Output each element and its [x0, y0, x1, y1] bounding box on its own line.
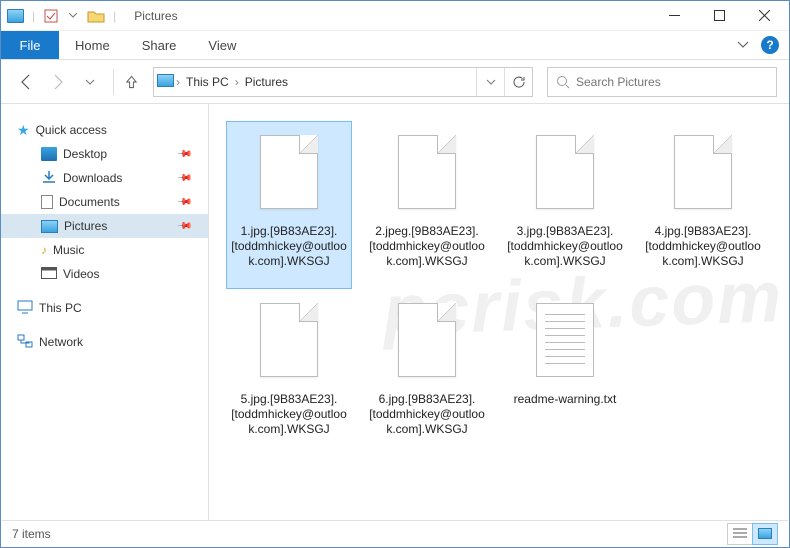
refresh-button[interactable]	[504, 68, 532, 96]
main-area: ★ Quick access Desktop 📌 Downloads 📌 Doc…	[1, 104, 789, 522]
qat-separator-2: |	[113, 9, 116, 23]
tab-home[interactable]: Home	[59, 31, 126, 59]
navigation-pane: ★ Quick access Desktop 📌 Downloads 📌 Doc…	[1, 104, 209, 522]
file-item[interactable]: 1.jpg.[9B83AE23].[toddmhickey@outlook.co…	[227, 122, 351, 288]
maximize-button[interactable]	[697, 1, 742, 30]
file-name: 2.jpeg.[9B83AE23].[toddmhickey@outlook.c…	[369, 224, 485, 284]
star-icon: ★	[17, 122, 30, 139]
file-name: 3.jpg.[9B83AE23].[toddmhickey@outlook.co…	[507, 224, 623, 284]
file-name: readme-warning.txt	[514, 392, 617, 452]
ribbon: File Home Share View ?	[1, 31, 789, 60]
file-item[interactable]: 5.jpg.[9B83AE23].[toddmhickey@outlook.co…	[227, 290, 351, 456]
file-item[interactable]: 6.jpg.[9B83AE23].[toddmhickey@outlook.co…	[365, 290, 489, 456]
text-file-icon	[526, 294, 604, 386]
sidebar-item-label: Videos	[63, 267, 99, 281]
file-view[interactable]: pcrisk.com 1.jpg.[9B83AE23].[toddmhickey…	[209, 104, 789, 522]
file-name: 4.jpg.[9B83AE23].[toddmhickey@outlook.co…	[645, 224, 761, 284]
pin-icon: 📌	[175, 170, 192, 187]
sidebar-item-label: Music	[53, 243, 84, 257]
forward-button[interactable]	[45, 69, 71, 95]
desktop-icon	[41, 147, 57, 161]
qat-separator: |	[32, 9, 35, 23]
sidebar-item-downloads[interactable]: Downloads 📌	[1, 166, 208, 190]
close-button[interactable]	[742, 1, 787, 30]
back-button[interactable]	[13, 69, 39, 95]
search-icon	[556, 75, 570, 89]
sidebar-item-label: Downloads	[63, 171, 122, 185]
tab-share[interactable]: Share	[126, 31, 193, 59]
file-name: 1.jpg.[9B83AE23].[toddmhickey@outlook.co…	[231, 224, 347, 284]
address-dropdown-icon[interactable]	[476, 68, 504, 96]
title-bar: | | Pictures	[1, 1, 789, 31]
generic-file-icon	[664, 126, 742, 218]
music-icon: ♪	[41, 243, 47, 257]
file-tab[interactable]: File	[1, 31, 59, 59]
sidebar-item-music[interactable]: ♪ Music	[1, 238, 208, 262]
sidebar-item-pictures[interactable]: Pictures 📌	[1, 214, 208, 238]
videos-icon	[41, 267, 57, 282]
sidebar-label: Quick access	[36, 123, 107, 137]
file-item[interactable]: 4.jpg.[9B83AE23].[toddmhickey@outlook.co…	[641, 122, 765, 288]
sidebar-item-documents[interactable]: Documents 📌	[1, 190, 208, 214]
nav-bar: › This PC › Pictures	[1, 60, 789, 104]
chevron-right-icon[interactable]: ›	[174, 75, 182, 89]
breadcrumb-this-pc[interactable]: This PC	[182, 75, 233, 89]
qat-dropdown-icon[interactable]	[65, 8, 81, 24]
pin-icon: 📌	[175, 218, 192, 235]
sidebar-this-pc[interactable]: This PC	[1, 296, 208, 320]
window-title: Pictures	[134, 9, 177, 23]
pin-icon: 📌	[175, 146, 192, 163]
sidebar-item-label: Documents	[59, 195, 120, 209]
chevron-right-icon[interactable]: ›	[233, 75, 241, 89]
tab-view[interactable]: View	[192, 31, 252, 59]
details-view-button[interactable]	[727, 523, 753, 545]
file-item[interactable]: 2.jpeg.[9B83AE23].[toddmhickey@outlook.c…	[365, 122, 489, 288]
file-item[interactable]: readme-warning.txt	[503, 290, 627, 456]
generic-file-icon	[388, 126, 466, 218]
file-name: 6.jpg.[9B83AE23].[toddmhickey@outlook.co…	[369, 392, 485, 452]
file-item[interactable]: 3.jpg.[9B83AE23].[toddmhickey@outlook.co…	[503, 122, 627, 288]
sidebar-item-label: Pictures	[64, 219, 107, 233]
search-box[interactable]	[547, 67, 777, 97]
sidebar-item-label: Desktop	[63, 147, 107, 161]
generic-file-icon	[526, 126, 604, 218]
network-icon	[17, 334, 33, 351]
ribbon-expand-icon[interactable]	[737, 38, 749, 52]
sidebar-item-videos[interactable]: Videos	[1, 262, 208, 286]
breadcrumb-pictures[interactable]: Pictures	[241, 75, 292, 89]
generic-file-icon	[250, 294, 328, 386]
pictures-icon	[41, 220, 58, 233]
generic-file-icon	[388, 294, 466, 386]
item-count: 7 items	[12, 527, 51, 541]
file-name: 5.jpg.[9B83AE23].[toddmhickey@outlook.co…	[231, 392, 347, 452]
sidebar-label: Network	[39, 335, 83, 349]
up-button[interactable]	[113, 69, 139, 95]
downloads-icon	[41, 170, 57, 187]
location-pictures-icon	[154, 74, 174, 90]
documents-icon	[41, 195, 53, 209]
recent-dropdown-icon[interactable]	[77, 69, 103, 95]
sidebar-quick-access[interactable]: ★ Quick access	[1, 118, 208, 142]
pc-icon	[17, 300, 33, 317]
sidebar-item-desktop[interactable]: Desktop 📌	[1, 142, 208, 166]
file-grid: 1.jpg.[9B83AE23].[toddmhickey@outlook.co…	[227, 122, 779, 456]
qat-properties-icon[interactable]	[43, 8, 59, 24]
qat-folder-icon[interactable]	[87, 8, 105, 24]
minimize-button[interactable]	[652, 1, 697, 30]
search-input[interactable]	[576, 75, 776, 89]
sidebar-network[interactable]: Network	[1, 330, 208, 354]
help-button[interactable]: ?	[761, 36, 779, 54]
address-bar[interactable]: › This PC › Pictures	[153, 67, 533, 97]
generic-file-icon	[250, 126, 328, 218]
window-app-icon	[7, 9, 24, 23]
icons-view-button[interactable]	[752, 523, 778, 545]
status-bar: 7 items	[2, 520, 788, 546]
pin-icon: 📌	[175, 194, 192, 211]
sidebar-label: This PC	[39, 301, 82, 315]
